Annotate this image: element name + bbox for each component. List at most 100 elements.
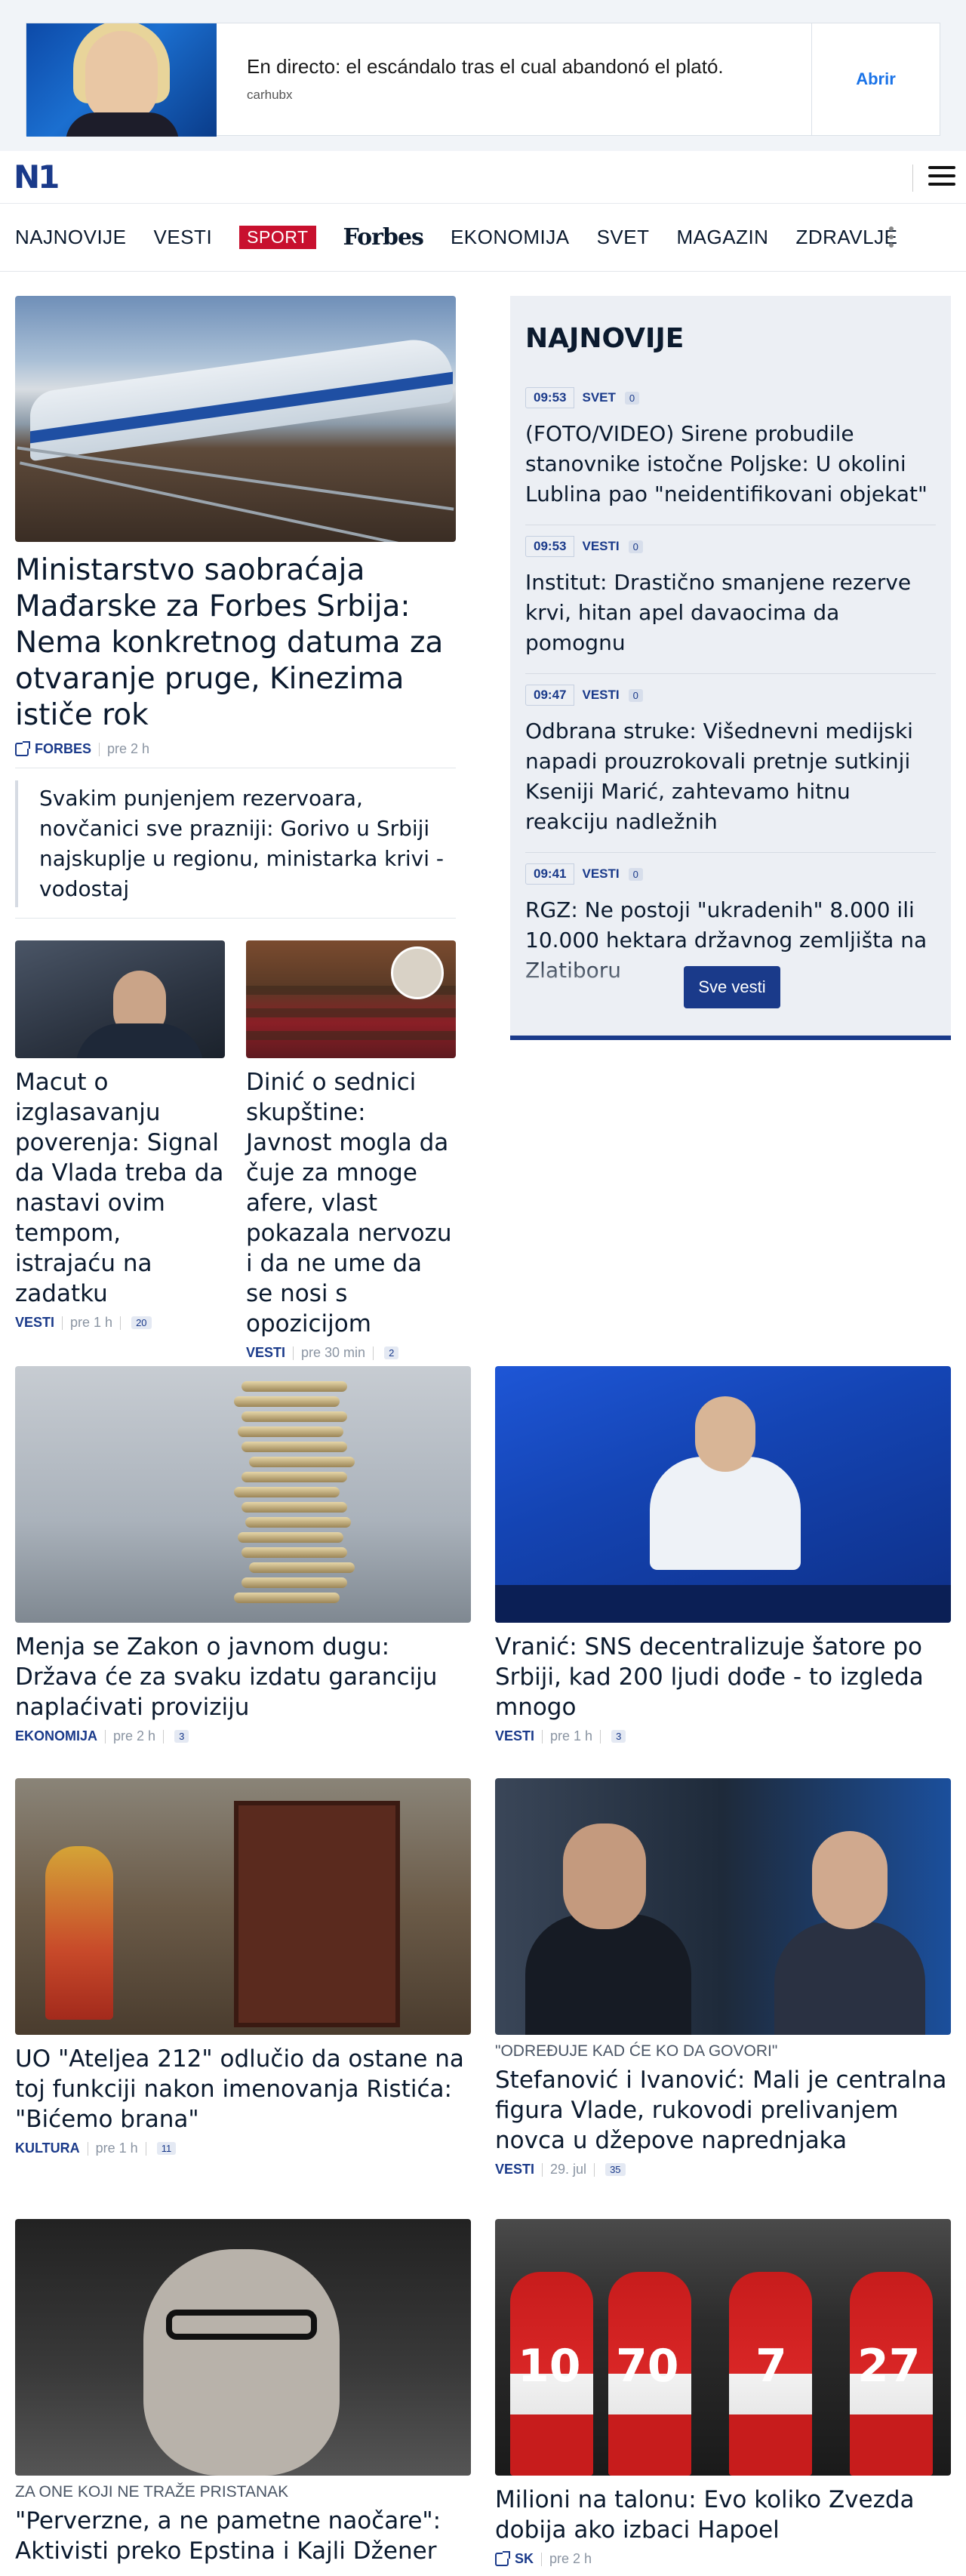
grid-card-meta: KULTURA pre 1 h 11 [15, 2141, 471, 2156]
comment-count-badge[interactable]: 0 [624, 391, 640, 405]
sidebar-item-title[interactable]: (FOTO/VIDEO) Sirene probudile stanovnike… [525, 419, 936, 509]
grid-card-image[interactable] [15, 1778, 471, 2035]
small-card-meta: VESTI pre 30 min 2 [246, 1345, 456, 1361]
grid-card-kicker: ZA ONE KOJI NE TRAŽE PRISTANAK [15, 2483, 289, 2501]
lead-category[interactable]: FORBES [35, 741, 91, 757]
comment-count-badge[interactable]: 3 [174, 1730, 189, 1743]
nav-item-forbes[interactable]: Forbes [343, 224, 424, 251]
external-link-icon [15, 740, 30, 756]
nav-item-najnovije[interactable]: NAJNOVIJE [15, 226, 127, 249]
site-header: N1 [0, 151, 966, 204]
grid-card-time: pre 1 h [95, 2141, 138, 2156]
small-card-title[interactable]: Macut o izglasavanju poverenja: Signal d… [15, 1067, 225, 1309]
lead-article: Ministarstvo saobraćaja Mađarske za Forb… [15, 296, 456, 919]
grid-card-title[interactable]: Stefanović i Ivanović: Mali je centralna… [495, 2065, 951, 2156]
grid-card-meta: EKONOMIJA pre 2 h 3 [15, 1728, 471, 1744]
grid-card: "ODREĐUJE KAD ĆE KO DA GOVORI" Stefanovi… [495, 1778, 951, 2177]
sidebar-item-category[interactable]: VESTI [582, 539, 619, 554]
sidebar-item-time: 09:41 [525, 863, 575, 885]
grid-card-image[interactable] [15, 1366, 471, 1623]
small-card-time: pre 30 min [301, 1345, 366, 1360]
nav-item-ekonomija[interactable]: EKONOMIJA [451, 226, 570, 249]
sidebar-item-time: 09:53 [525, 387, 575, 408]
small-card-image[interactable] [15, 940, 225, 1058]
grid-card-image[interactable]: 10 70 7 27 [495, 2219, 951, 2476]
grid-card-title[interactable]: Milioni na talonu: Evo koliko Zvezda dob… [495, 2485, 951, 2545]
related-article-link[interactable]: Svakim punjenjem rezervoara, novčanici s… [15, 780, 456, 907]
sidebar-item-category[interactable]: SVET [582, 390, 615, 405]
header-divider [912, 165, 913, 192]
comment-count-badge[interactable]: 0 [628, 867, 643, 881]
grid-card-meta: SK pre 2 h [495, 2550, 951, 2567]
grid-card-time: 29. jul [550, 2162, 587, 2177]
grid-card: UO "Ateljea 212" odlučio da ostane na to… [15, 1778, 471, 2156]
sidebar-title: NAJNOVIJE [525, 323, 685, 354]
ad-title[interactable]: En directo: el escándalo tras el cual ab… [247, 55, 781, 78]
sidebar-item[interactable]: 09:47 VESTI 0 Odbrana struke: Višednevni m… [525, 674, 936, 853]
lead-time: pre 2 h [107, 741, 150, 756]
small-card: Dinić o sednici skupštine: Javnost mogla… [246, 940, 456, 1361]
sidebar-item-category[interactable]: VESTI [582, 866, 619, 882]
small-card-meta: VESTI pre 1 h 20 [15, 1315, 225, 1331]
hamburger-menu-icon[interactable] [928, 166, 955, 189]
grid-card-title[interactable]: "Perverzne, a ne pametne naočare": Aktiv… [15, 2506, 471, 2566]
sidebar-item-time: 09:47 [525, 685, 575, 706]
grid-card-meta: VESTI pre 1 h 3 [495, 1728, 951, 1744]
avatar [391, 946, 444, 999]
small-card-category[interactable]: VESTI [15, 1315, 54, 1331]
sidebar-item-category[interactable]: VESTI [582, 688, 619, 703]
grid-card-category[interactable]: VESTI [495, 1728, 534, 1744]
all-news-button[interactable]: Sve vesti [684, 966, 780, 1008]
nav-item-sport[interactable]: SPORT [239, 226, 316, 249]
grid-card-image[interactable] [495, 1778, 951, 2035]
comment-count-badge[interactable]: 2 [384, 1346, 399, 1359]
sidebar-item-time: 09:53 [525, 536, 575, 557]
sidebar-item-title[interactable]: Institut: Drastično smanjene rezerve krv… [525, 568, 936, 658]
grid-card-image[interactable] [15, 2219, 471, 2476]
jersey-number: 27 [857, 2340, 921, 2393]
small-card-category[interactable]: VESTI [246, 1345, 285, 1361]
comment-count-badge[interactable]: 20 [131, 1316, 152, 1329]
lead-meta: FORBES pre 2 h [15, 740, 456, 757]
jersey-number: 7 [755, 2340, 787, 2393]
grid-card-kicker: "ODREĐUJE KAD ĆE KO DA GOVORI" [495, 2042, 778, 2060]
grid-card-title[interactable]: UO "Ateljea 212" odlučio da ostane na to… [15, 2044, 471, 2134]
ad-open-button[interactable]: Abrir [811, 23, 940, 135]
nav-item-vesti[interactable]: VESTI [154, 226, 213, 249]
grid-card-category[interactable]: EKONOMIJA [15, 1728, 97, 1744]
nav-item-magazin[interactable]: MAGAZIN [677, 226, 769, 249]
lead-title[interactable]: Ministarstvo saobraćaja Mađarske za Forb… [15, 552, 456, 734]
grid-card: Vranić: SNS decentralizuje šatore po Srb… [495, 1366, 951, 1744]
latest-news-sidebar: NAJNOVIJE 09:53 SVET 0 (FOTO/VIDEO) Sirene… [510, 296, 951, 1040]
lead-image[interactable] [15, 296, 456, 542]
comment-count-badge[interactable]: 0 [628, 540, 643, 553]
grid-card-time: pre 1 h [550, 1728, 593, 1743]
more-dots-icon[interactable] [889, 226, 894, 251]
grid-card-title[interactable]: Vranić: SNS decentralizuje šatore po Srb… [495, 1632, 951, 1722]
small-card-title[interactable]: Dinić o sednici skupštine: Javnost mogla… [246, 1067, 456, 1339]
grid-card-image[interactable] [495, 1366, 951, 1623]
ad-banner: En directo: el escándalo tras el cual ab… [0, 0, 966, 151]
nav-item-zdravlje[interactable]: ZDRAVLJE [795, 226, 897, 249]
sidebar-item[interactable]: 09:53 VESTI 0 Institut: Drastično smanjene… [525, 525, 936, 674]
n1-logo[interactable]: N1 [14, 158, 60, 195]
grid-card-time: pre 2 h [549, 2551, 592, 2566]
main-nav: NAJNOVIJE VESTI SPORT Forbes EKONOMIJA S… [0, 204, 966, 272]
external-link-icon [495, 2550, 510, 2566]
grid-card-title[interactable]: Menja se Zakon o javnom dugu: Država će … [15, 1632, 471, 1722]
sidebar-item[interactable]: 09:53 SVET 0 (FOTO/VIDEO) Sirene probudile… [525, 377, 936, 525]
comment-count-badge[interactable]: 0 [628, 688, 643, 702]
nav-item-svet[interactable]: SVET [597, 226, 650, 249]
ad-box[interactable]: En directo: el escándalo tras el cual ab… [26, 23, 940, 137]
small-card-image[interactable] [246, 940, 456, 1058]
grid-card: Menja se Zakon o javnom dugu: Država će … [15, 1366, 471, 1744]
comment-count-badge[interactable]: 35 [605, 2163, 626, 2176]
grid-card-category[interactable]: SK [515, 2551, 534, 2567]
sidebar-item-title[interactable]: Odbrana struke: Višednevni medijski napa… [525, 716, 936, 837]
ad-source: carhubx [247, 88, 293, 102]
grid-card-category[interactable]: KULTURA [15, 2141, 80, 2156]
grid-card-category[interactable]: VESTI [495, 2162, 534, 2177]
comment-count-badge[interactable]: 11 [156, 2142, 177, 2155]
comment-count-badge[interactable]: 3 [611, 1730, 626, 1743]
ad-image[interactable] [26, 23, 217, 137]
